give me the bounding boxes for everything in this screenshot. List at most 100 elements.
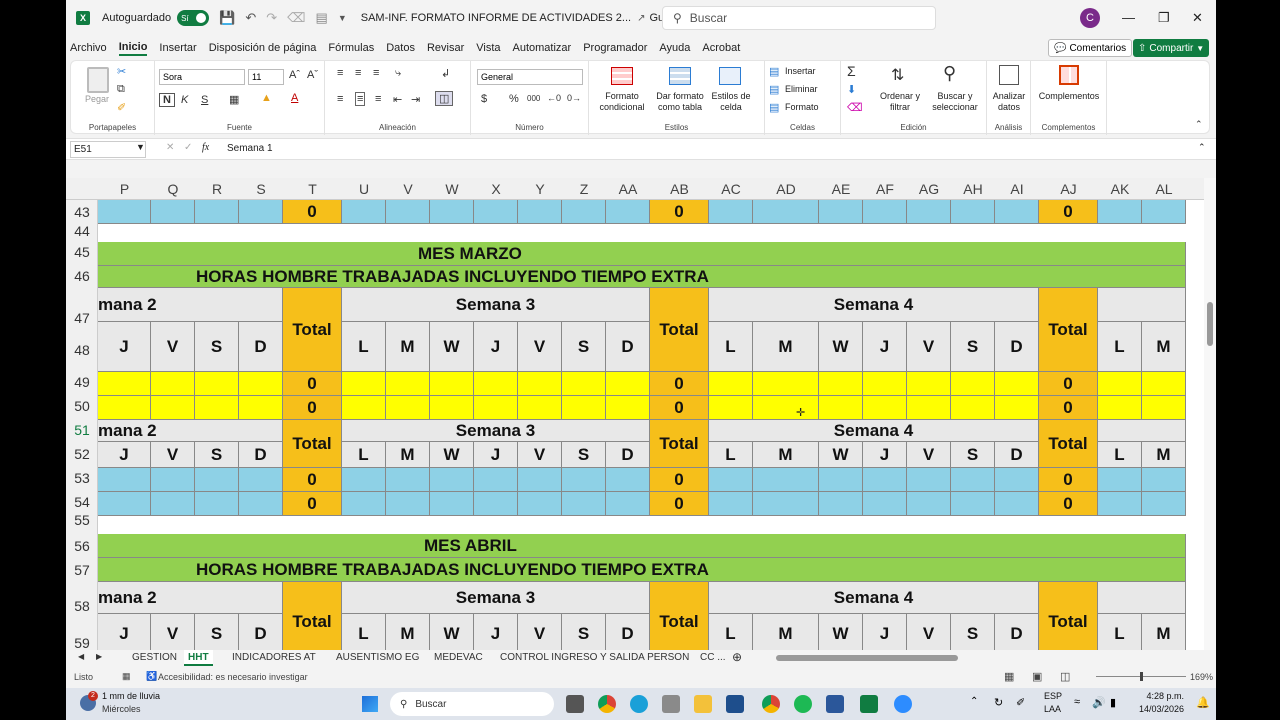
row49-total[interactable]: 0	[283, 372, 342, 396]
row54-cell[interactable]	[606, 492, 650, 516]
analyze-data-icon[interactable]	[999, 65, 1019, 85]
abril-day[interactable]: S	[951, 614, 995, 650]
autosum-icon[interactable]: Σ	[847, 63, 856, 79]
row49-total[interactable]: 0	[650, 372, 709, 396]
row53-cell[interactable]	[386, 468, 430, 492]
sort-filter-icon[interactable]: ⇅	[891, 65, 904, 85]
row43-cell[interactable]	[1098, 200, 1142, 224]
row53-cell[interactable]	[474, 468, 518, 492]
marzo-b-day[interactable]: W	[430, 442, 474, 468]
abril-week2-header[interactable]: mana 2	[98, 582, 283, 614]
row43-cell[interactable]	[239, 200, 283, 224]
marzo-b-day[interactable]: M	[386, 442, 430, 468]
marzo-b-week4-header[interactable]: Semana 4	[709, 420, 1039, 442]
vertical-scrollbar[interactable]	[1204, 178, 1216, 650]
marzo-b-day[interactable]: D	[606, 442, 650, 468]
chevron-down-icon[interactable]: ▼	[136, 142, 145, 152]
row43-cell[interactable]	[819, 200, 863, 224]
row50-cell[interactable]	[239, 396, 283, 420]
row49-cell[interactable]	[474, 372, 518, 396]
borders-icon[interactable]: ▦	[229, 93, 239, 106]
row50-cell[interactable]	[606, 396, 650, 420]
paste-label[interactable]: Pegar	[85, 94, 109, 105]
zoom-icon[interactable]	[894, 695, 912, 713]
font-size-select[interactable]: 11	[248, 69, 284, 85]
marzo-a-day[interactable]: J	[474, 322, 518, 372]
folder-icon[interactable]	[694, 695, 712, 713]
sheet-tab-1[interactable]: HHT	[184, 650, 213, 666]
hours-title-marzo[interactable]: HORAS HOMBRE TRABAJADAS INCLUYENDO TIEMP…	[98, 266, 1186, 288]
align-center-icon[interactable]: ≡	[355, 92, 366, 106]
chevron-up-icon[interactable]: ⌃	[970, 696, 978, 707]
marzo-b-day[interactable]: S	[562, 442, 606, 468]
row53-cell[interactable]	[606, 468, 650, 492]
menu-tab-9[interactable]: Programador	[583, 42, 647, 54]
abril-day[interactable]: D	[239, 614, 283, 650]
horizontal-scrollbar[interactable]	[776, 655, 958, 661]
sheet-tab-2[interactable]: INDICADORES AT	[228, 650, 320, 666]
abril-day[interactable]: S	[195, 614, 239, 650]
marzo-b-day[interactable]: J	[474, 442, 518, 468]
marzo-b-total-header[interactable]: Total	[1039, 420, 1098, 468]
menu-tab-5[interactable]: Datos	[386, 42, 415, 54]
battery-icon[interactable]: ▮	[1110, 696, 1116, 709]
row50-cell[interactable]	[819, 396, 863, 420]
find-select-label[interactable]: Buscar y seleccionar	[925, 91, 985, 113]
abril-week3-header[interactable]: Semana 3	[342, 582, 650, 614]
abril-week4-header[interactable]: Semana 4	[709, 582, 1039, 614]
marzo-a-day[interactable]: S	[195, 322, 239, 372]
italic-button[interactable]: K	[181, 94, 188, 106]
store-icon[interactable]	[662, 695, 680, 713]
fill-icon[interactable]: ⬇	[847, 83, 856, 96]
accessibility-status[interactable]: Accesibilidad: es necesario investigar	[158, 672, 308, 682]
marzo-a-week2-header[interactable]: mana 2	[98, 288, 283, 322]
abril-day[interactable]: W	[430, 614, 474, 650]
marzo-b-day[interactable]: V	[907, 442, 951, 468]
marzo-a-week3-header[interactable]: Semana 3	[342, 288, 650, 322]
menu-tab-8[interactable]: Automatizar	[513, 42, 572, 54]
wrap-text-icon[interactable]: ↲	[441, 67, 450, 80]
increase-indent-icon[interactable]: ⇥	[411, 93, 420, 106]
keyboard-layout[interactable]: LAA	[1044, 704, 1061, 714]
customize-icon[interactable]: ▼	[338, 13, 347, 23]
row49-cell[interactable]	[995, 372, 1039, 396]
row53-cell[interactable]	[907, 468, 951, 492]
row54-cell[interactable]	[995, 492, 1039, 516]
row43-cell[interactable]	[907, 200, 951, 224]
row53-cell[interactable]	[1142, 468, 1186, 492]
menu-tab-10[interactable]: Ayuda	[659, 42, 690, 54]
row53-cell[interactable]	[819, 468, 863, 492]
row49-cell[interactable]	[907, 372, 951, 396]
minimize-icon[interactable]: —	[1122, 10, 1135, 25]
row53-cell[interactable]	[951, 468, 995, 492]
marzo-b-day[interactable]: D	[995, 442, 1039, 468]
page-break-icon[interactable]: ◫	[1060, 670, 1070, 683]
task-view-icon[interactable]	[566, 695, 584, 713]
fill-color-icon[interactable]: ▲	[261, 92, 272, 104]
comments-button[interactable]: 💬 Comentarios	[1048, 39, 1133, 57]
chrome-profile-icon[interactable]	[762, 695, 780, 713]
percent-button[interactable]: %	[509, 93, 519, 105]
normal-view-icon[interactable]: ▦	[1004, 670, 1014, 683]
row49-cell[interactable]	[1098, 372, 1142, 396]
name-box[interactable]: E51	[70, 141, 146, 158]
marzo-a-next-week-header[interactable]	[1098, 288, 1186, 322]
row54-cell[interactable]	[518, 492, 562, 516]
row43-cell[interactable]	[386, 200, 430, 224]
clock-time[interactable]: 4:28 p.m.	[1134, 691, 1184, 701]
row50-cell[interactable]	[995, 396, 1039, 420]
abril-day[interactable]: L	[342, 614, 386, 650]
align-middle-icon[interactable]: ≡	[355, 67, 361, 79]
row53-cell[interactable]	[98, 468, 151, 492]
clock-date[interactable]: 14/03/2026	[1134, 704, 1184, 714]
row53-cell[interactable]	[195, 468, 239, 492]
decrease-font-icon[interactable]: Aˇ	[307, 69, 318, 81]
row54-cell[interactable]	[474, 492, 518, 516]
format-painter-icon[interactable]: ✐	[117, 101, 126, 114]
marzo-b-day[interactable]: L	[342, 442, 386, 468]
abril-day[interactable]: M	[386, 614, 430, 650]
pen-icon[interactable]: ✐	[1016, 696, 1025, 709]
month-marzo-title[interactable]: MES MARZO	[98, 242, 1186, 266]
sort-filter-label[interactable]: Ordenar y filtrar	[877, 91, 923, 113]
cell-area[interactable]: 0 0 0 MES MARZO HORAS HOMBRE TRABAJADAS INCL…	[66, 178, 1204, 650]
